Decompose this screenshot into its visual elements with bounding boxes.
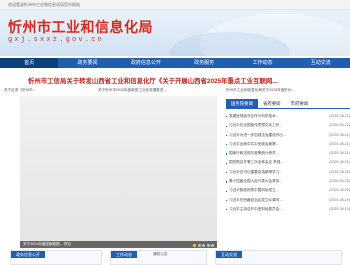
slider-dot[interactable]	[206, 243, 210, 247]
top-bar: 欢迎登录忻州市工业和信息化局官方网站	[0, 0, 350, 10]
tab-state-council[interactable]: 国务院要闻	[226, 99, 258, 108]
work-header[interactable]: 工作动态	[111, 251, 137, 258]
news-item-date: (2025-08-20)	[329, 179, 350, 184]
news-item-title[interactable]: 习近平致信祝贺中国科协成立...	[229, 186, 279, 195]
headline-link[interactable]: 忻州市工信局关于转发山西省工业和信息化厅《关于开展山西省2025年重点工业互联网…	[28, 76, 278, 85]
news-item[interactable]: 发展全球经济合作与科学技术... (2025-08-22)	[226, 112, 350, 121]
interaction-header[interactable]: 互动交流	[216, 251, 242, 258]
news-item-title[interactable]: 习近平主持召开中央财经委员会...	[229, 205, 282, 214]
news-item[interactable]: 习近平在全国宣传思想文化工作... (2025-08-22)	[226, 121, 350, 130]
news-item[interactable]: 国家行政法规与政策统计研究... (2025-08-21)	[226, 149, 350, 158]
news-item[interactable]: 习近平在西藏自治区成立60周年... (2025-08-19)	[226, 196, 350, 205]
news-ticker: 关于征求《忻州市... 关于忻州市2025年度新型工业化发展推进... 忻州市工…	[0, 86, 350, 94]
news-item[interactable]: 国务院召开第三次全体会议 李强... (2025-08-21)	[226, 158, 350, 167]
ticker-item[interactable]: 关于征求《忻州市...	[4, 86, 36, 94]
news-item-title[interactable]: 习近平为进一步加强法治建设作出...	[229, 131, 286, 140]
news-list: 发展全球经济合作与科学技术... (2025-08-22) 习近平在全国宣传思想文化…	[226, 112, 350, 214]
nav-item-home[interactable]: 首页	[0, 58, 59, 68]
news-item[interactable]: 习近平出席中共中央政治局第... (2025-08-21)	[226, 140, 350, 149]
tab-province[interactable]: 省府要闻	[258, 99, 286, 108]
nav-item-work[interactable]: 工作动态	[233, 58, 291, 68]
slider-dots	[193, 243, 214, 247]
slider-dot[interactable]	[193, 243, 196, 247]
main-nav: 首页 政务要闻 政府信息公开 政务服务 工作动态 互动交流	[0, 58, 350, 68]
news-item[interactable]: 习近平为进一步加强法治建设作出... (2025-08-21)	[226, 131, 350, 140]
news-item-date: (2025-08-22)	[329, 114, 350, 118]
tab-city[interactable]: 市府要闻	[286, 99, 314, 108]
news-item-date: (2025-08-19)	[329, 206, 350, 211]
slider-dot[interactable]	[202, 243, 205, 247]
site-logo-title[interactable]: 忻州市工业和信息化局	[8, 17, 153, 37]
news-item-date: (2025-08-20)	[329, 169, 350, 174]
news-item-date: (2025-08-19)	[329, 197, 350, 202]
slider-caption[interactable]: 关于2024年度国家数据... 项目	[20, 241, 217, 248]
notice-label[interactable]: 通知公告	[153, 252, 167, 257]
news-item-date: (2025-08-21)	[329, 132, 350, 137]
ticker-item[interactable]: 忻州市工业和信息化局关于2025年度忻州...	[226, 86, 295, 94]
news-item-date: (2025-08-21)	[329, 160, 350, 165]
site-domain: gxj.sxxz.gov.cn	[8, 36, 105, 44]
news-item[interactable]: 习近平主持召开中央财经委员会... (2025-08-19)	[226, 205, 350, 214]
ticker-item[interactable]: 关于忻州市2025年度新型工业化发展推进...	[98, 86, 167, 94]
nav-item-disclosure[interactable]: 政府信息公开	[117, 58, 175, 68]
news-item-date: (2025-08-21)	[329, 151, 350, 156]
nav-item-interaction[interactable]: 互动交流	[292, 58, 350, 68]
news-item[interactable]: 习近平总书记重要讲话精神学习... (2025-08-20)	[226, 168, 350, 177]
news-item-title[interactable]: 习近平在全国宣传思想文化工作...	[229, 121, 282, 130]
nav-item-services[interactable]: 政务服务	[175, 58, 233, 68]
news-item-date: (2025-08-21)	[329, 141, 350, 146]
news-slider[interactable]: 关于2024年度国家数据... 项目	[20, 96, 217, 248]
news-tabs: 国务院要闻 省府要闻 市府要闻	[226, 99, 350, 109]
news-item[interactable]: 习近平致信祝贺中国科协成立... (2025-08-20)	[226, 186, 350, 195]
news-item-date: (2025-08-20)	[329, 188, 350, 193]
news-item-title[interactable]: 第十四届全国人民代表大会常务...	[229, 177, 282, 186]
news-item-title[interactable]: 习近平出席中共中央政治局第...	[229, 140, 279, 149]
news-item-title[interactable]: 习近平总书记重要讲话精神学习...	[229, 168, 282, 177]
news-item-title[interactable]: 习近平在西藏自治区成立60周年...	[229, 196, 283, 205]
news-item-title[interactable]: 发展全球经济合作与科学技术...	[229, 112, 279, 121]
news-item-title[interactable]: 国家行政法规与政策统计研究...	[229, 149, 279, 158]
welcome-text: 欢迎登录忻州市工业和信息化局官方网站	[8, 2, 80, 7]
slider-dot[interactable]	[197, 243, 201, 247]
news-panel: 国务院要闻 省府要闻 市府要闻 发展全球经济合作与科学技术... (2025-08…	[226, 99, 350, 249]
disclosure-header[interactable]: 政务信息公开	[11, 251, 45, 258]
news-item-title[interactable]: 国务院召开第三次全体会议 李强...	[229, 158, 283, 167]
nav-item-news[interactable]: 政务要闻	[58, 58, 116, 68]
bottom-section: 政务信息公开 工作动态 通知公告 互动交流	[0, 250, 350, 265]
slider-dot[interactable]	[211, 243, 214, 247]
news-item[interactable]: 第十四届全国人民代表大会常务... (2025-08-20)	[226, 177, 350, 186]
news-item-date: (2025-08-22)	[329, 123, 350, 128]
